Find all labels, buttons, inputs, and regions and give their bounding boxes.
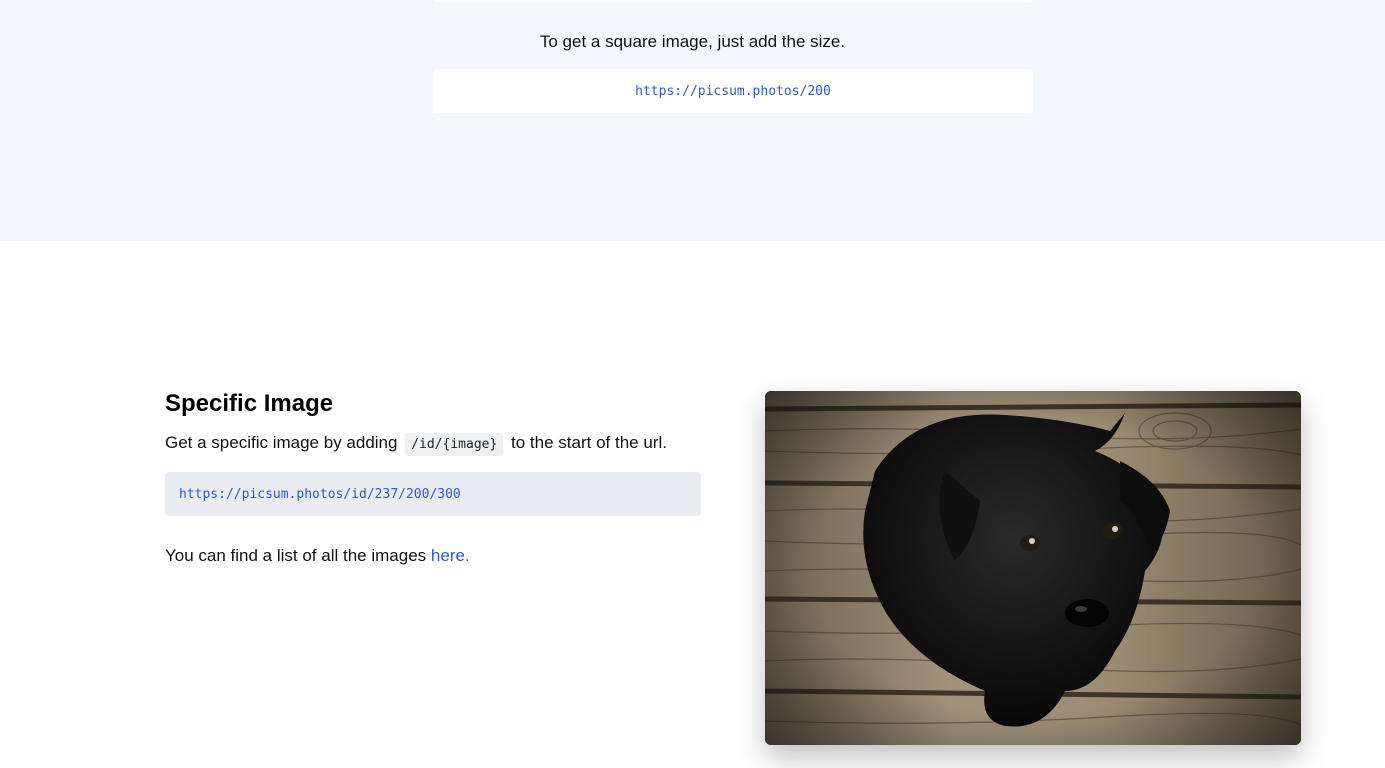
image-list-text: You can find a list of all the images he… <box>165 544 470 568</box>
square-image-code-box: https://picsum.photos/200 <box>433 69 1033 113</box>
square-image-url-link[interactable]: https://picsum.photos/200 <box>635 84 831 99</box>
square-image-description: To get a square image, just add the size… <box>539 32 846 51</box>
specific-image-heading: Specific Image <box>165 390 334 417</box>
puppy-photo-illustration <box>765 391 1301 745</box>
specific-image-code-box: https://picsum.photos/id/237/200/300 <box>165 472 701 516</box>
specific-desc-after: to the start of the url. <box>511 433 667 452</box>
puppy-image <box>765 391 1301 745</box>
square-image-section: To get a square image, just add the size… <box>0 0 1385 241</box>
specific-desc-before: Get a specific image by adding <box>165 433 398 452</box>
image-list-label: You can find a list of all the images <box>165 546 427 565</box>
specific-image-description: Get a specific image by adding /id/{imag… <box>165 431 667 457</box>
image-list-link[interactable]: here. <box>431 546 470 565</box>
previous-code-box <box>433 0 1033 2</box>
id-path-code: /id/{image} <box>405 433 504 456</box>
specific-image-url-link[interactable]: https://picsum.photos/id/237/200/300 <box>179 487 461 502</box>
